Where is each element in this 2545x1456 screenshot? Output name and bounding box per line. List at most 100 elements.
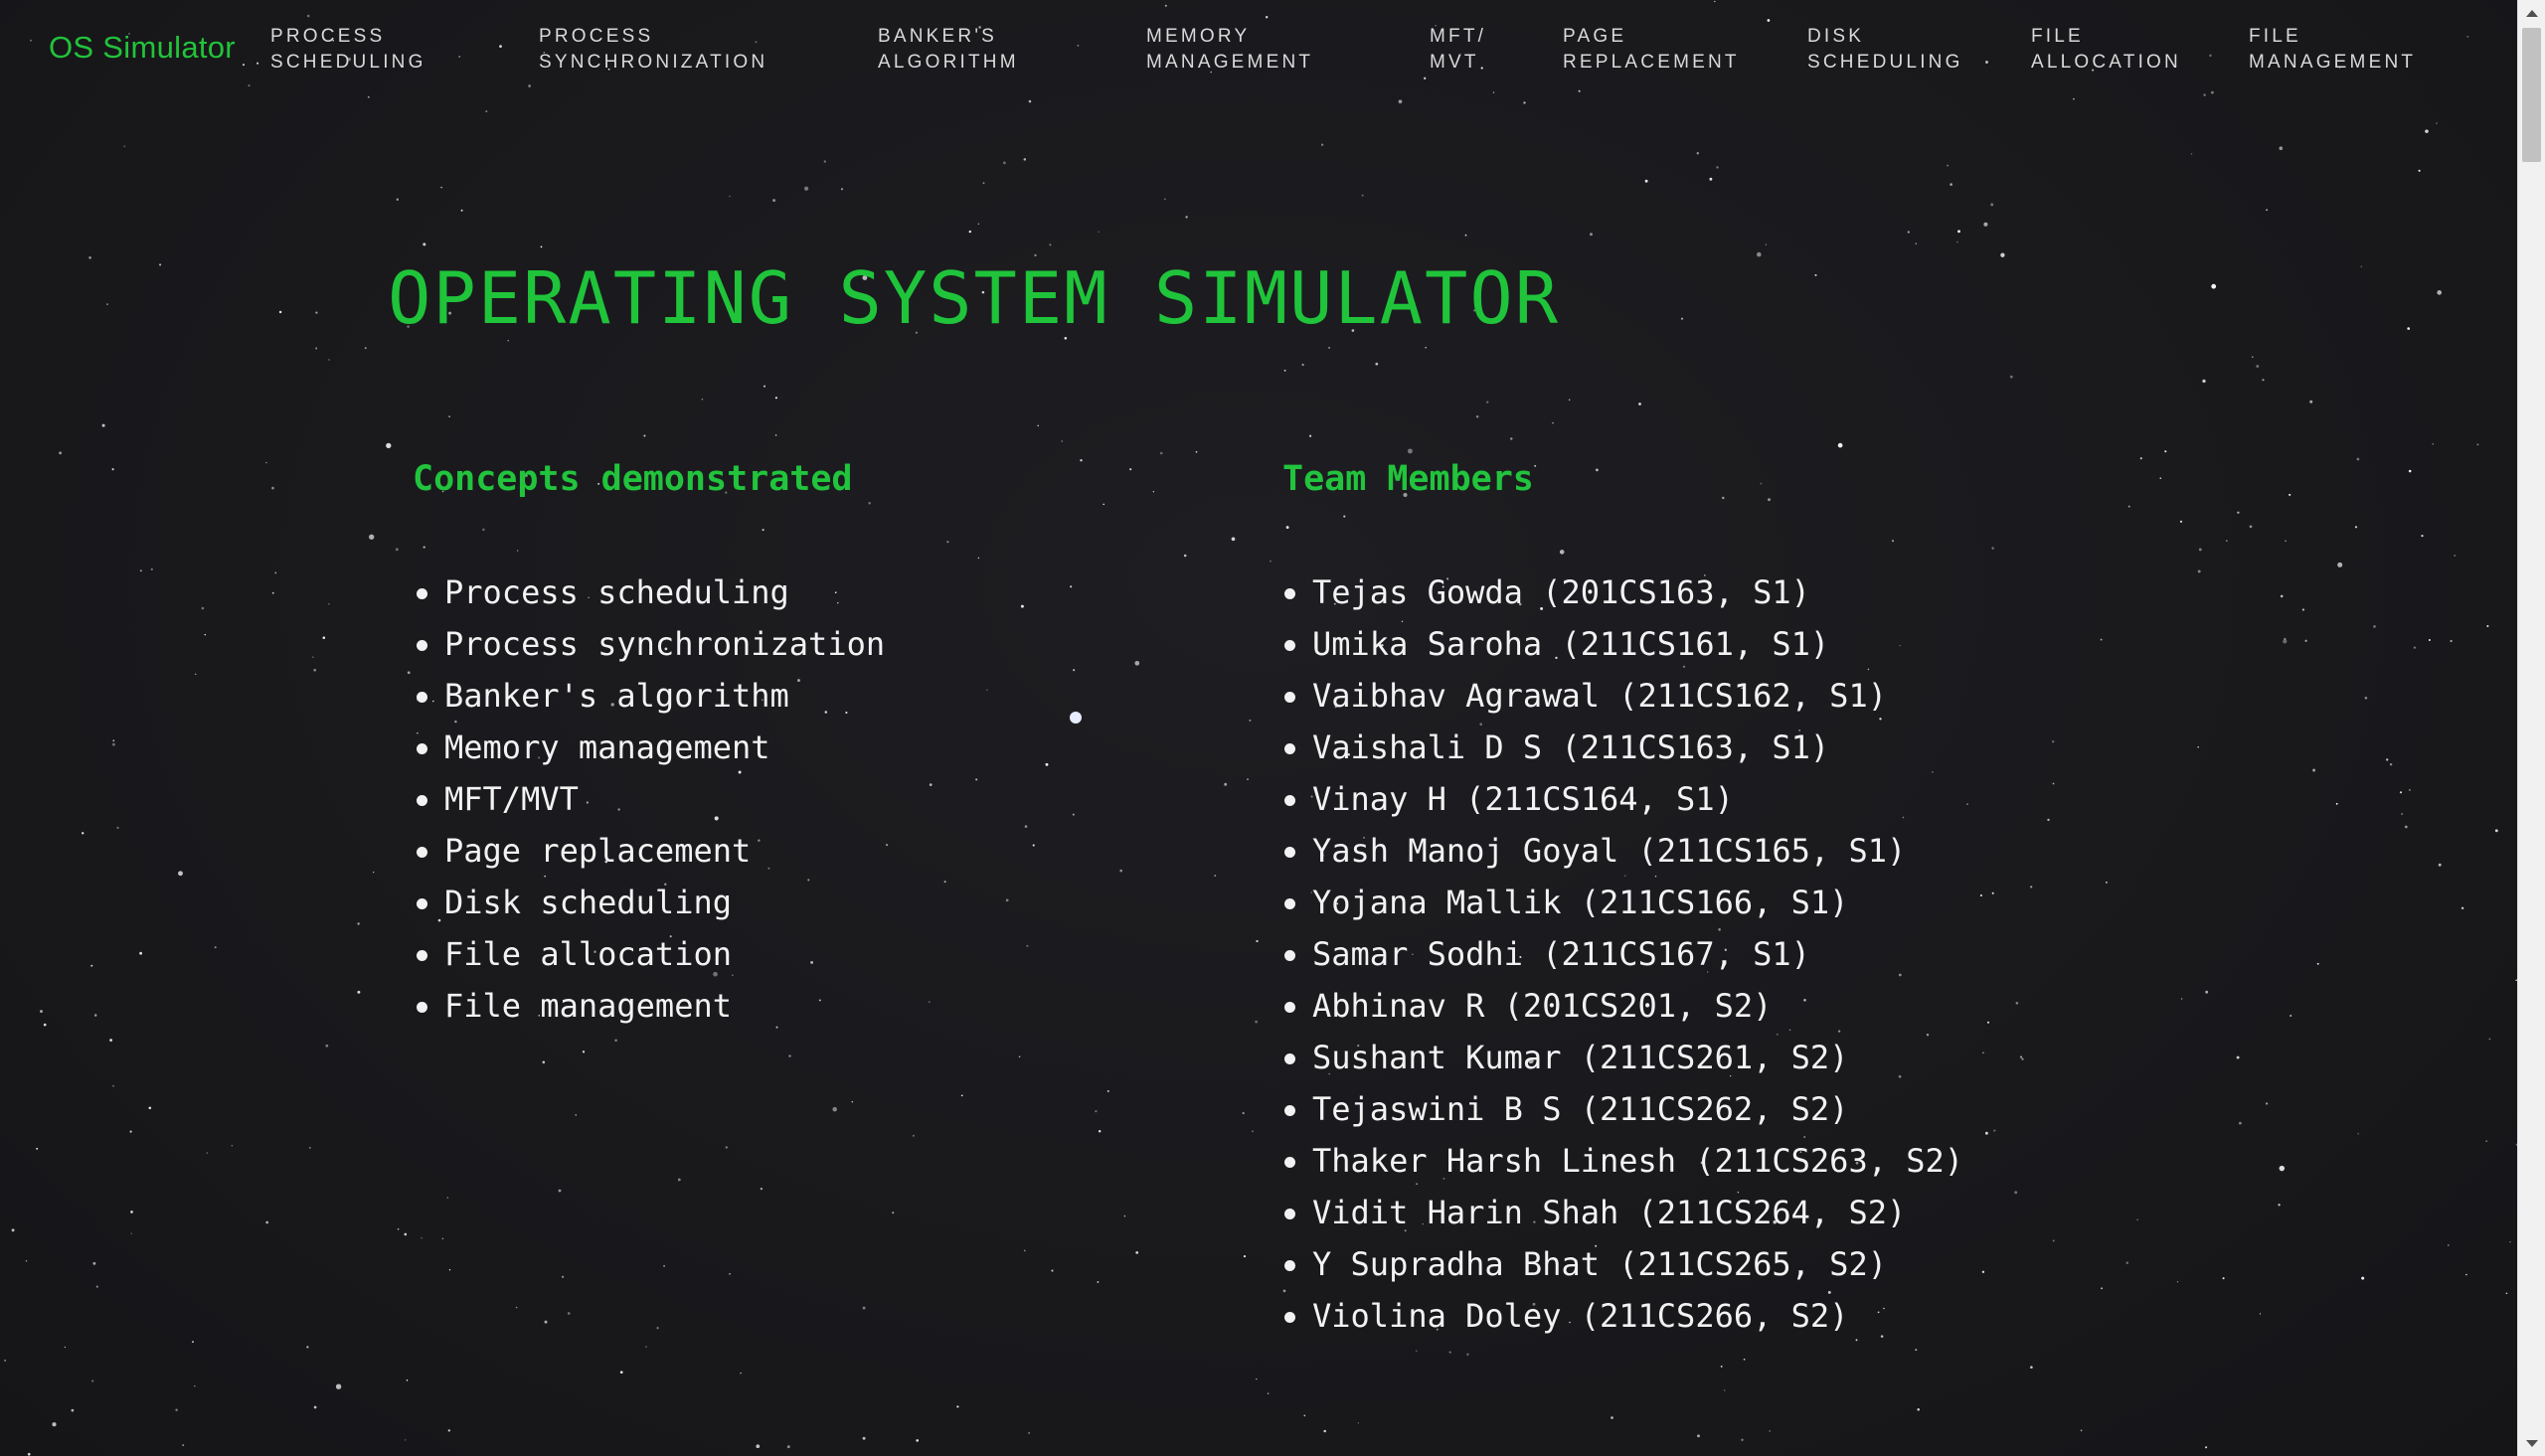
- star-dot: [1037, 424, 1039, 427]
- star-dot: [1983, 222, 1988, 227]
- star-dot: [1073, 669, 1076, 672]
- star-dot: [2312, 768, 2316, 772]
- nav-link-bankers-algorithm[interactable]: Banker's Algorithm: [878, 24, 1019, 76]
- star-dot: [369, 534, 375, 540]
- star-dot: [130, 1232, 132, 1234]
- nav-link-page-replacement[interactable]: Page Replacement: [1563, 24, 1740, 76]
- star-dot: [106, 303, 108, 305]
- star-dot: [178, 871, 183, 877]
- star-dot: [423, 243, 426, 246]
- star-dot: [139, 951, 143, 955]
- nav-link-process-scheduling[interactable]: Process Scheduling: [270, 24, 426, 76]
- star-dot: [2127, 505, 2130, 508]
- star-dot: [1028, 1432, 1030, 1434]
- star-dot: [2337, 562, 2343, 567]
- star-dot: [150, 567, 153, 570]
- star-dot: [2280, 594, 2284, 598]
- brand-link[interactable]: OS Simulator: [49, 30, 236, 66]
- star-dot: [1159, 451, 1163, 455]
- scroll-up-button[interactable]: [2518, 0, 2545, 26]
- star-dot: [2047, 818, 2050, 822]
- star-dot: [2197, 569, 2201, 573]
- team-member-item: Umika Saroha (211CS161, S1): [1280, 618, 1963, 670]
- star-dot: [91, 1379, 94, 1382]
- star-dot: [1991, 891, 1994, 894]
- star-dot: [2139, 457, 2142, 460]
- star-dot: [1357, 1422, 1359, 1424]
- star-dot: [2494, 829, 2498, 833]
- star-dot: [2279, 146, 2284, 151]
- star-dot: [1966, 803, 1968, 805]
- star-dot: [2361, 1276, 2365, 1280]
- star-dot: [2030, 1366, 2033, 1369]
- star-dot: [643, 434, 646, 437]
- star-dot: [1448, 1351, 1451, 1354]
- star-dot: [448, 415, 450, 417]
- star-dot: [111, 468, 114, 471]
- star-dot: [619, 1371, 623, 1375]
- star-dot: [2252, 356, 2254, 358]
- star-dot: [1049, 243, 1052, 246]
- star-dot: [2019, 1055, 2023, 1058]
- star-dot: [1979, 894, 1982, 896]
- star-dot: [760, 1188, 764, 1191]
- star-dot: [111, 742, 115, 746]
- star-dot: [1375, 362, 1379, 366]
- star-dot: [1119, 869, 1122, 873]
- star-dot: [1134, 660, 1140, 666]
- star-dot: [614, 1039, 617, 1042]
- nav-link-mft-mvt[interactable]: MFT/ MVT: [1430, 24, 1486, 76]
- star-dot: [405, 1439, 407, 1441]
- star-dot: [1005, 898, 1009, 902]
- scroll-down-button[interactable]: [2518, 1430, 2545, 1456]
- page-viewport: OS Simulator Process Scheduling Process …: [0, 0, 2517, 1456]
- star-dot: [11, 1228, 15, 1232]
- star-dot: [2136, 1218, 2138, 1220]
- star-dot: [929, 783, 933, 786]
- nav-link-memory-management[interactable]: Memory Management: [1146, 24, 1313, 76]
- star-dot: [1644, 179, 1648, 183]
- nav-link-file-management[interactable]: File Management: [2249, 24, 2416, 76]
- star-dot: [71, 1408, 75, 1412]
- star-dot: [271, 591, 274, 594]
- star-dot: [2202, 379, 2206, 384]
- star-dot: [2205, 990, 2209, 994]
- star-dot: [2354, 526, 2358, 529]
- scrollbar-thumb[interactable]: [2522, 28, 2541, 162]
- star-dot: [112, 1085, 114, 1087]
- star-dot: [1267, 1392, 1270, 1394]
- nav-link-process-synchronization[interactable]: Process Synchronization: [539, 24, 767, 76]
- star-dot: [2486, 625, 2489, 627]
- star-dot: [2164, 450, 2167, 453]
- nav-link-file-allocation[interactable]: File Allocation: [2031, 24, 2181, 76]
- star-dot: [2409, 789, 2411, 791]
- star-dot: [406, 1379, 409, 1381]
- star-dot: [1323, 1429, 1326, 1433]
- star-dot: [315, 347, 318, 350]
- team-member-item: Vinay H (211CS164, S1): [1280, 773, 1963, 825]
- star-dot: [2425, 129, 2429, 133]
- star-dot: [725, 1146, 728, 1149]
- star-dot: [968, 230, 971, 234]
- star-dot: [2179, 520, 2183, 523]
- vertical-scrollbar[interactable]: [2517, 0, 2545, 1456]
- star-dot: [1891, 540, 1895, 543]
- star-dot: [2222, 1277, 2225, 1280]
- scroll-down-arrow-icon: [2525, 1439, 2538, 1447]
- star-dot: [2278, 1204, 2281, 1207]
- star-dot: [1051, 1269, 1054, 1272]
- star-dot: [2205, 1446, 2208, 1449]
- star-dot: [1123, 1214, 1126, 1217]
- star-dot: [2000, 252, 2005, 257]
- star-dot: [2225, 540, 2228, 542]
- bright-star: [1070, 712, 1082, 724]
- star-dot: [756, 1444, 761, 1449]
- star-dot: [312, 656, 314, 658]
- nav-link-disk-scheduling[interactable]: Disk Scheduling: [1807, 24, 1963, 76]
- team-member-item: Yojana Mallik (211CS166, S1): [1280, 877, 1963, 928]
- star-dot: [2505, 1292, 2508, 1295]
- star-dot: [2190, 153, 2193, 155]
- star-dot: [1757, 251, 1762, 257]
- star-dot: [1080, 459, 1083, 462]
- star-dot: [2418, 169, 2421, 172]
